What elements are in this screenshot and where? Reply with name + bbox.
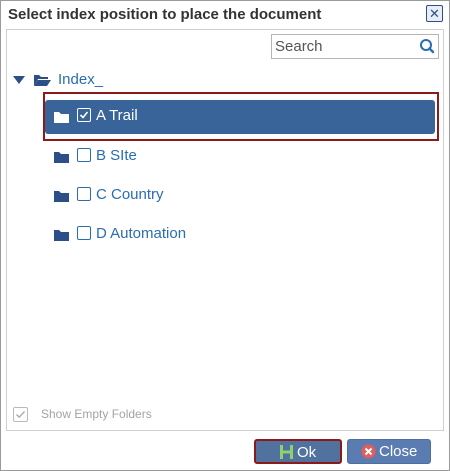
close-circle-icon [361,444,376,459]
search-box [271,34,419,59]
select-index-dialog: Select index position to place the docum… [0,0,450,471]
tree-node-b-site[interactable]: B SIte [45,140,435,174]
tree-node-d-automation[interactable]: D Automation [45,218,435,252]
search-icon [420,39,435,54]
tree-node-label[interactable]: B SIte [96,147,137,164]
node-checkbox[interactable] [77,187,91,201]
folder-icon [54,191,69,202]
checkmark-icon [79,111,89,119]
index-tree-panel: Index_ A Trail B SIte [6,29,444,431]
tree-node-a-trail[interactable]: A Trail [45,100,435,134]
folder-icon [54,230,69,241]
tree-node-label[interactable]: A Trail [96,107,138,124]
tree-node-c-country[interactable]: C Country [45,179,435,213]
node-checkbox[interactable] [77,108,91,122]
folder-icon [54,152,69,163]
tree-root-label[interactable]: Index_ [58,71,103,88]
checkmark-icon [15,410,26,419]
search-button[interactable] [418,34,439,59]
node-checkbox[interactable] [77,226,91,240]
show-empty-folders-label[interactable]: Show Empty Folders [41,407,152,421]
ok-bracket-icon [280,445,293,459]
tree-node-label[interactable]: D Automation [96,225,186,242]
folder-open-icon [34,75,51,86]
close-x-icon[interactable]: ✕ [426,5,443,22]
ok-button-label[interactable]: Ok [297,444,316,461]
show-empty-folders-checkbox[interactable] [13,407,28,422]
folder-icon [54,112,69,123]
search-input[interactable] [272,35,416,58]
close-button-label[interactable]: Close [379,443,417,460]
node-checkbox[interactable] [77,148,91,162]
dialog-titlebar: Select index position to place the docum… [1,1,449,29]
dialog-title: Select index position to place the docum… [8,6,322,23]
close-button[interactable]: Close [347,439,431,464]
ok-button[interactable]: Ok [254,439,342,464]
caret-down-icon[interactable] [13,75,25,85]
tree-node-label[interactable]: C Country [96,186,164,203]
